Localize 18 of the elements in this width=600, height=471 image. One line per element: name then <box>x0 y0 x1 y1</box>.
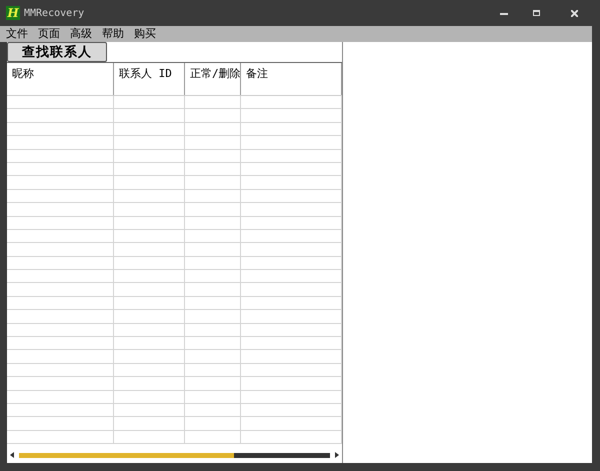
minimize-icon[interactable] <box>500 12 508 14</box>
scroll-left-icon[interactable] <box>10 452 14 458</box>
app-logo: H <box>6 6 20 20</box>
close-icon[interactable] <box>571 10 578 16</box>
find-contacts-button[interactable]: 查找联系人 <box>7 42 107 62</box>
column-header[interactable]: 正常/删除 <box>185 63 241 95</box>
scrollbar-thumb[interactable] <box>19 452 234 458</box>
menu-item[interactable]: 帮助 <box>102 27 124 41</box>
menu-item[interactable]: 高级 <box>70 27 92 41</box>
column-header[interactable]: 昵称 <box>7 63 114 95</box>
menu-item[interactable]: 购买 <box>134 27 156 41</box>
window-title: MMRecovery <box>24 6 84 20</box>
maximize-icon[interactable] <box>533 10 540 16</box>
menu-item[interactable]: 页面 <box>38 27 60 41</box>
menu-item[interactable]: 文件 <box>6 27 28 41</box>
scroll-right-icon[interactable] <box>335 452 339 458</box>
column-header[interactable]: 备注 <box>241 63 342 95</box>
column-header[interactable]: 联系人 ID <box>114 63 185 95</box>
